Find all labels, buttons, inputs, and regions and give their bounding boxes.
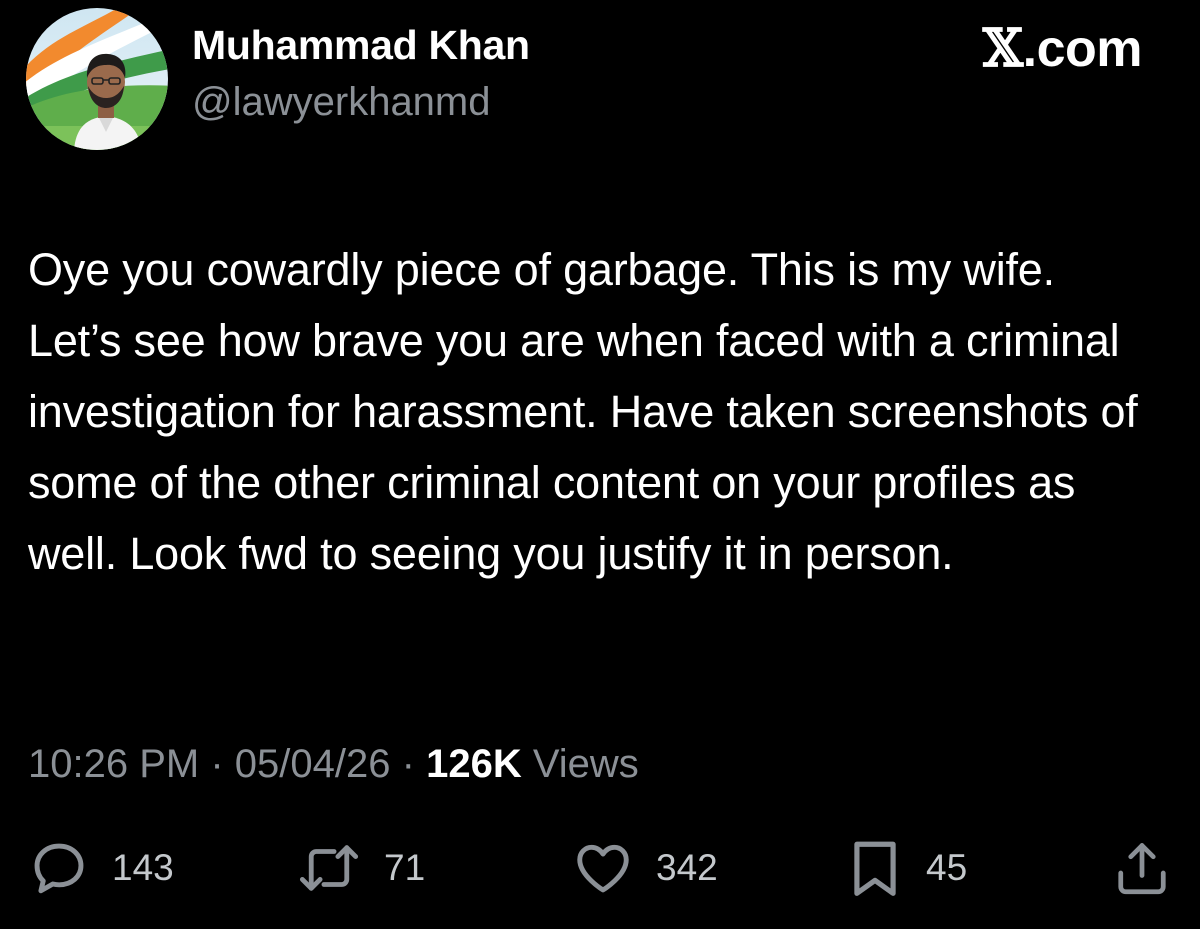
bookmark-icon	[854, 841, 896, 896]
repost-count: 71	[384, 847, 426, 888]
share-icon	[1118, 843, 1166, 895]
site-domain: .com	[1022, 20, 1143, 78]
like-count: 342	[656, 847, 718, 888]
avatar[interactable]	[26, 8, 168, 150]
post-meta: 10:26 PM · 05/04/26 · 126K Views	[28, 742, 639, 787]
tweet-card: Muhammad Khan @lawyerkhanmd 𝕏.com Oye yo…	[0, 0, 1200, 929]
views-label: Views	[532, 742, 639, 786]
like-button[interactable]: 342	[572, 836, 718, 900]
meta-separator: ·	[210, 742, 224, 786]
views-count: 126K	[426, 742, 522, 786]
post-time[interactable]: 10:26 PM	[28, 742, 199, 786]
x-logo-icon: 𝕏	[982, 18, 1023, 79]
share-button[interactable]	[1112, 836, 1172, 900]
repost-icon	[299, 845, 359, 891]
reply-icon	[34, 843, 84, 894]
reply-button[interactable]: 143	[28, 836, 174, 900]
action-bar: 143 71 342 45	[0, 836, 1200, 900]
reply-count: 143	[112, 847, 174, 888]
post-text: Oye you cowardly piece of garbage. This …	[28, 244, 1150, 579]
heart-icon	[577, 844, 629, 893]
site-logo: 𝕏.com	[982, 18, 1143, 79]
author-handle[interactable]: @lawyerkhanmd	[192, 80, 491, 125]
author-name[interactable]: Muhammad Khan	[192, 22, 530, 69]
bookmark-button[interactable]: 45	[846, 836, 967, 900]
meta-separator: ·	[401, 742, 415, 786]
post-date[interactable]: 05/04/26	[235, 742, 391, 786]
profile-photo-icon	[26, 8, 168, 150]
bookmark-count: 45	[926, 847, 968, 888]
repost-button[interactable]: 71	[296, 836, 425, 900]
